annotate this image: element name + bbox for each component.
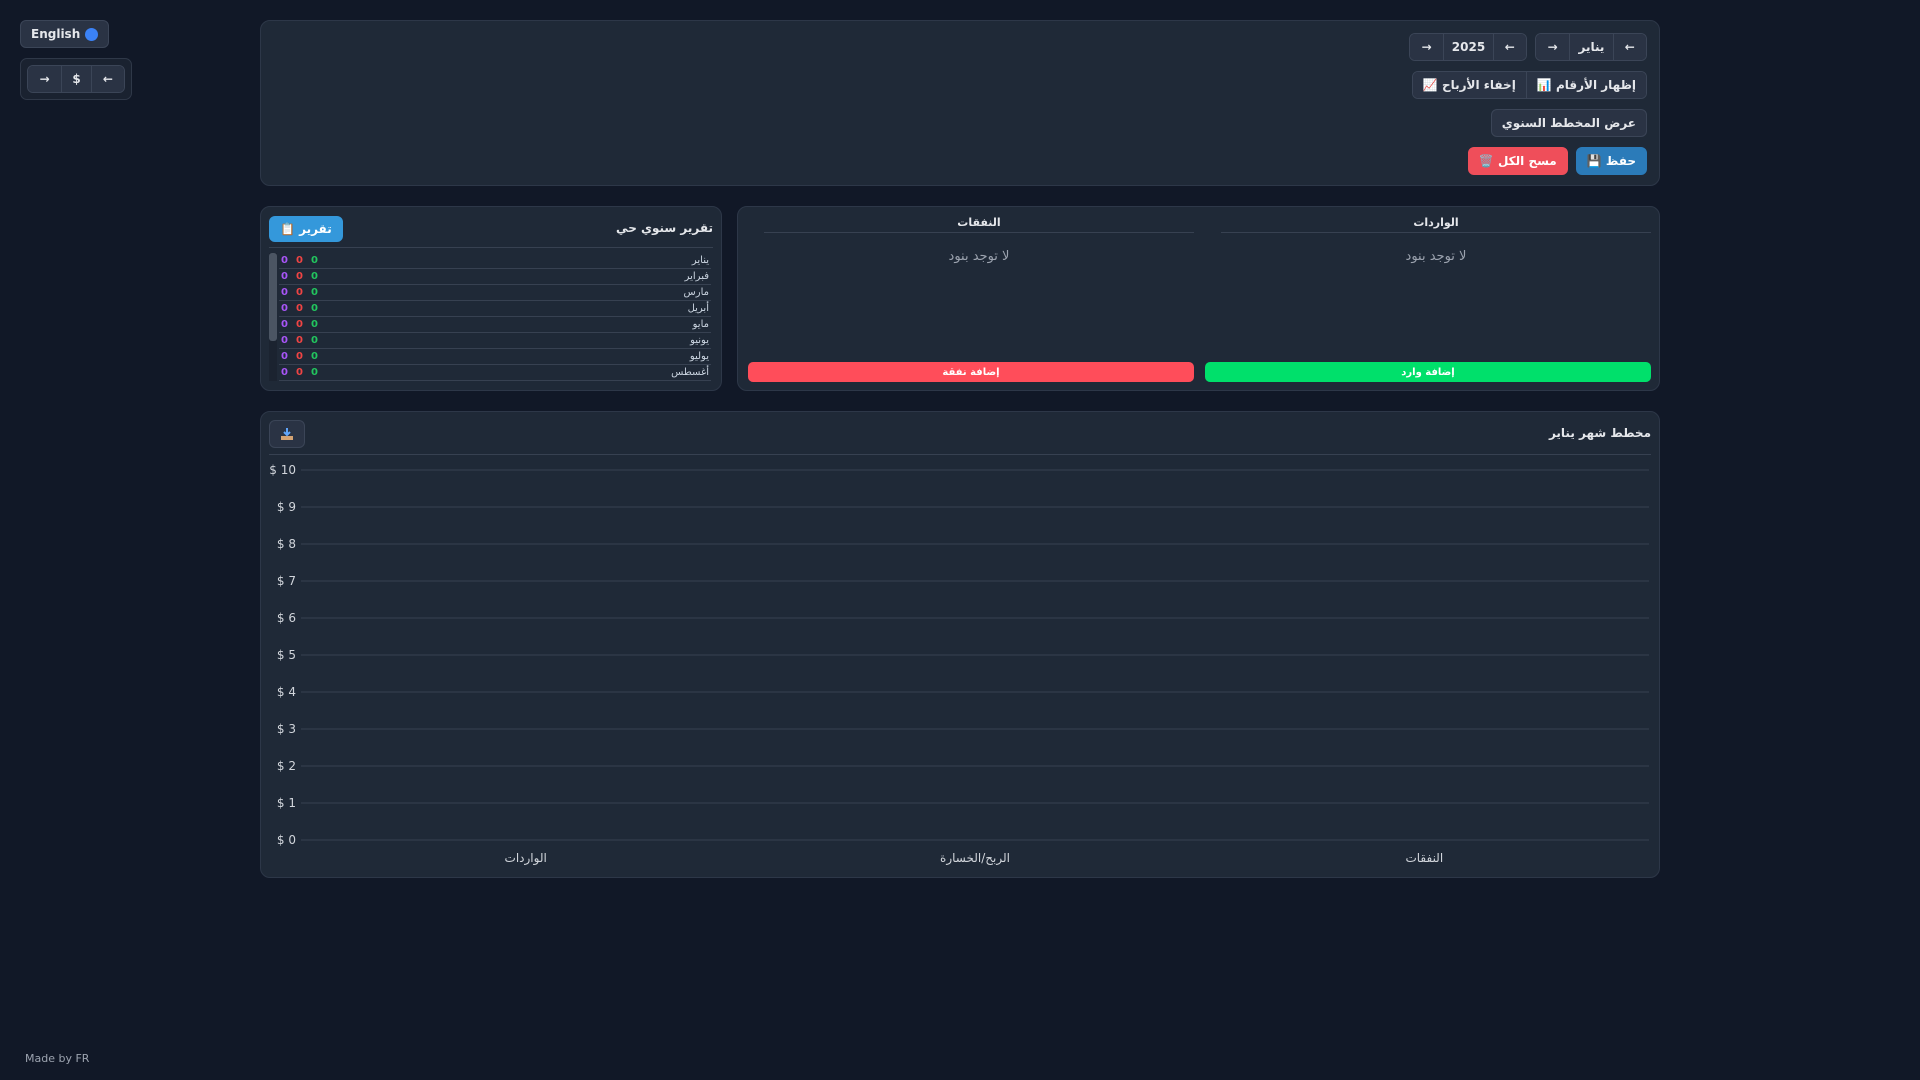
expenses-header: النفقات (764, 207, 1194, 233)
year-value: 2025 (1443, 34, 1493, 60)
show-numbers-button[interactable]: 📊 إظهار الأرقام (1525, 72, 1646, 98)
x-category-label: النفقات (1405, 851, 1443, 865)
report-profit-value: 0 (281, 303, 288, 314)
report-income-value: 0 (311, 255, 318, 266)
y-tick-label: $ 0 (277, 833, 296, 847)
report-row: مايو 0 0 0 (279, 317, 711, 333)
report-list: يناير 0 0 0 فبراير 0 0 0 مارس 0 0 0 أبريل 0 0 0 مايو 0 0 0 ي… (269, 253, 711, 381)
report-expense-value: 0 (296, 351, 303, 362)
year-next-button[interactable]: → (1410, 34, 1444, 60)
report-row: يوليو 0 0 0 (279, 349, 711, 365)
income-column: الواردات لا توجد بنود (1213, 207, 1659, 264)
monthly-chart: $ 0 $ 1 $ 2 $ 3 $ 4 $ 5 $ 6 $ 7 $ 8 $ 9 $ 10 الوارد… (269, 463, 1649, 866)
currency-next-button[interactable]: → (28, 66, 62, 92)
report-profit-value: 0 (281, 287, 288, 298)
report-income-value: 0 (311, 303, 318, 314)
year-selector: → 2025 ← (1409, 33, 1527, 61)
report-row: أبريل 0 0 0 (279, 301, 711, 317)
y-tick-label: $ 4 (277, 685, 296, 699)
report-profit-value: 0 (281, 351, 288, 362)
annual-chart-button[interactable]: عرض المخطط السنوي (1490, 109, 1647, 137)
report-row: فبراير 0 0 0 (279, 269, 711, 285)
report-month: يونيو (690, 335, 709, 346)
report-month: يوليو (689, 351, 709, 362)
report-button[interactable]: 📋 تقرير (269, 216, 343, 242)
clear-all-button[interactable]: 🗑️ مسح الكل (1467, 147, 1568, 175)
display-toggles: 📈 إخفاء الأرباح 📊 إظهار الأرقام (1411, 71, 1647, 99)
currency-prev-button[interactable]: ← (90, 66, 124, 92)
y-tick-label: $ 9 (277, 500, 296, 514)
report-profit-value: 0 (281, 271, 288, 282)
year-prev-button[interactable]: ← (1492, 34, 1526, 60)
currency-selector: → $ ← (20, 58, 132, 100)
y-tick-label: $ 7 (277, 574, 296, 588)
report-month: مايو (692, 319, 709, 330)
expenses-column: النفقات لا توجد بنود (756, 207, 1202, 264)
currency-symbol: $ (61, 66, 91, 92)
report-expense-value: 0 (296, 271, 303, 282)
controls-panel: → 2025 ← → يناير ← 📈 إخفاء الأرباح 📊 إظه… (260, 20, 1660, 186)
report-month: مارس (683, 287, 709, 298)
add-income-button[interactable]: إضافة وارد (1205, 362, 1651, 382)
month-selector: → يناير ← (1535, 33, 1647, 61)
month-next-button[interactable]: → (1536, 34, 1570, 60)
y-tick-label: $ 2 (277, 759, 296, 773)
report-row: أغسطس 0 0 0 (279, 365, 711, 381)
x-category-label: الربح/الخسارة (940, 851, 1010, 866)
report-expense-value: 0 (296, 335, 303, 346)
report-month: يناير (691, 255, 709, 266)
report-income-value: 0 (311, 287, 318, 298)
chart-title: مخطط شهر يناير (1548, 426, 1651, 440)
report-expense-value: 0 (296, 303, 303, 314)
y-tick-label: $ 6 (277, 611, 296, 625)
y-tick-label: $ 10 (269, 463, 296, 477)
add-expense-button[interactable]: إضافة نفقة (748, 362, 1194, 382)
report-row: مارس 0 0 0 (279, 285, 711, 301)
report-income-value: 0 (311, 319, 318, 330)
report-income-value: 0 (311, 271, 318, 282)
report-row: يناير 0 0 0 (279, 253, 711, 269)
expenses-empty-message: لا توجد بنود (948, 249, 1010, 264)
divider (269, 247, 713, 248)
report-profit-value: 0 (281, 319, 288, 330)
report-month: أبريل (687, 303, 709, 314)
x-category-label: الواردات (505, 851, 547, 866)
report-month: أغسطس (671, 367, 709, 378)
report-expense-value: 0 (296, 367, 303, 378)
globe-icon (85, 27, 99, 41)
report-income-value: 0 (311, 367, 318, 378)
month-value: يناير (1569, 34, 1613, 60)
y-tick-label: $ 1 (277, 796, 296, 810)
y-tick-label: $ 5 (277, 648, 296, 662)
report-income-value: 0 (311, 351, 318, 362)
download-icon (281, 428, 293, 440)
report-expense-value: 0 (296, 319, 303, 330)
scrollbar-thumb[interactable] (269, 253, 277, 341)
report-income-value: 0 (311, 335, 318, 346)
scrollbar[interactable] (269, 253, 277, 381)
report-expense-value: 0 (296, 255, 303, 266)
report-month: فبراير (684, 271, 709, 282)
report-profit-value: 0 (281, 255, 288, 266)
report-profit-value: 0 (281, 367, 288, 378)
month-prev-button[interactable]: ← (1612, 34, 1646, 60)
report-title: تقرير سنوي حي (616, 221, 713, 235)
monthly-chart-panel: مخطط شهر يناير $ 0 $ 1 $ 2 $ 3 $ 4 $ 5 $ 6 $ 7 $… (260, 411, 1660, 878)
language-button[interactable]: English (20, 20, 110, 48)
y-tick-label: $ 3 (277, 722, 296, 736)
hide-profits-button[interactable]: 📈 إخفاء الأرباح (1412, 72, 1526, 98)
download-chart-button[interactable] (269, 420, 305, 448)
footer-credit: Made by FR (25, 1052, 90, 1065)
report-profit-value: 0 (281, 335, 288, 346)
language-label: English (31, 27, 81, 41)
divider (269, 454, 1651, 455)
y-tick-label: $ 8 (277, 537, 296, 551)
items-panel: الواردات لا توجد بنود النفقات لا توجد بن… (737, 206, 1660, 391)
annual-report-panel: تقرير سنوي حي 📋 تقرير يناير 0 0 0 فبراير 0 0 0 م… (260, 206, 722, 391)
report-expense-value: 0 (296, 287, 303, 298)
save-button[interactable]: 💾 حفظ (1575, 147, 1647, 175)
income-header: الواردات (1221, 207, 1651, 233)
income-empty-message: لا توجد بنود (1405, 249, 1467, 264)
report-row: يونيو 0 0 0 (279, 333, 711, 349)
